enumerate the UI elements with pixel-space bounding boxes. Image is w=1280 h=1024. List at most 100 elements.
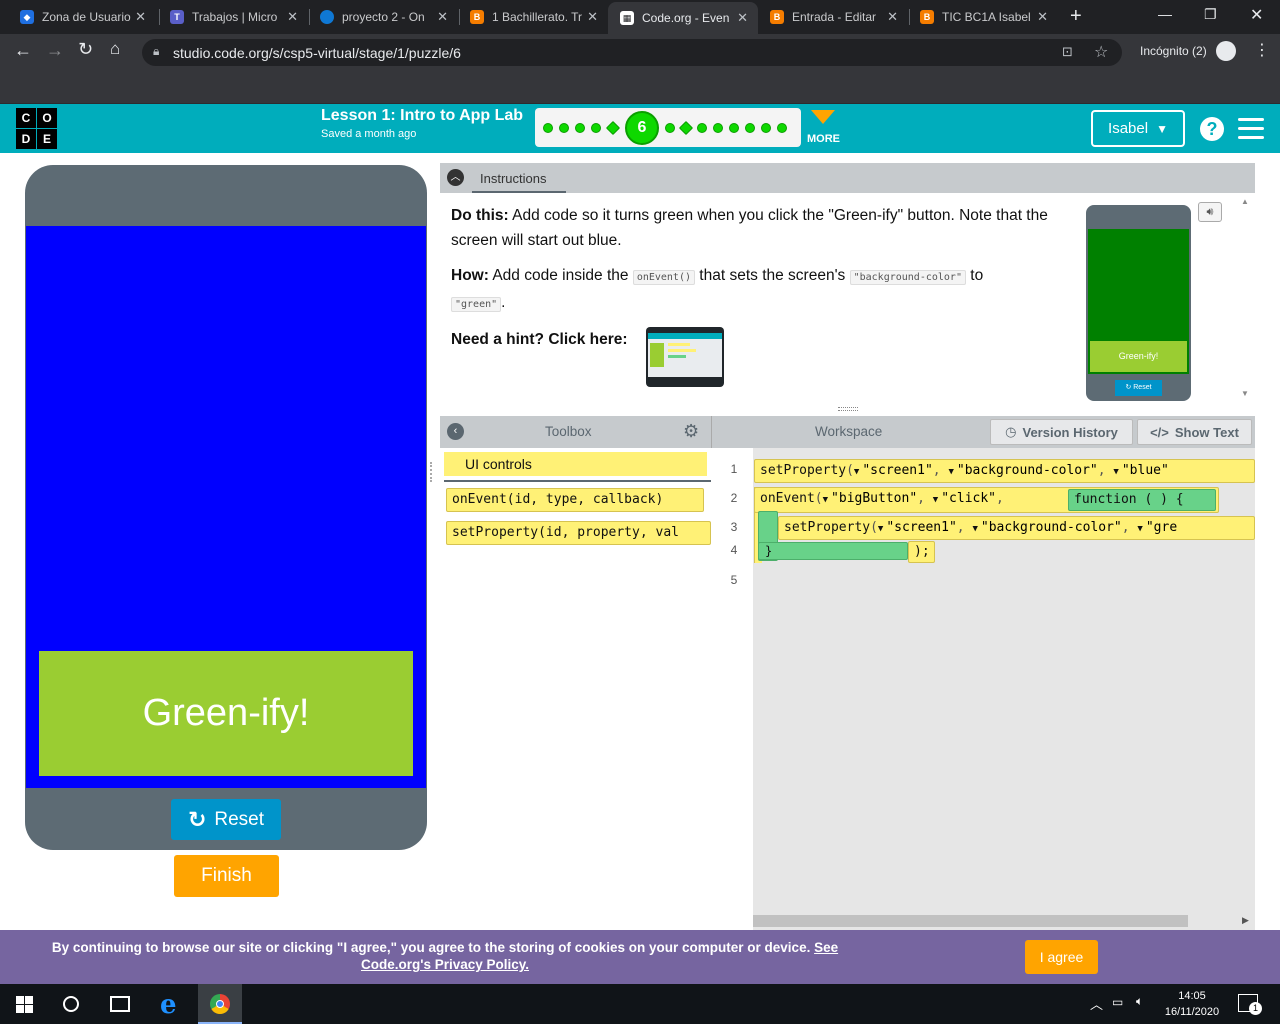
category-ui-controls[interactable]: UI controls — [444, 452, 707, 476]
close-tab-icon[interactable]: ✕ — [737, 10, 748, 26]
home-icon[interactable]: ⌂ — [110, 39, 120, 59]
dropdown-icon[interactable]: ▼ — [854, 467, 859, 477]
resize-handle[interactable] — [838, 407, 858, 411]
collapse-left-icon[interactable]: ‹ — [447, 423, 464, 440]
close-tab-icon[interactable]: ✕ — [287, 9, 298, 25]
argument[interactable]: "blue" — [1122, 463, 1169, 478]
dropdown-icon[interactable]: ▼ — [1113, 467, 1118, 477]
reset-button[interactable]: ↻ Reset — [171, 799, 281, 840]
forward-icon[interactable]: → — [46, 40, 64, 61]
close-tab-icon[interactable]: ✕ — [587, 9, 598, 25]
lesson-title[interactable]: Lesson 1: Intro to App Lab — [321, 107, 523, 125]
toolbox-block-onEvent[interactable]: onEvent(id, type, callback) — [446, 488, 704, 512]
reload-icon[interactable]: ↻ — [78, 39, 93, 60]
task-view-icon[interactable] — [110, 996, 130, 1012]
level-dot[interactable] — [729, 123, 739, 133]
browser-tab-3[interactable]: proyecto 2 - On ✕ — [308, 4, 458, 30]
argument[interactable]: "click" — [941, 491, 996, 506]
edge-icon[interactable]: e — [160, 990, 177, 1020]
close-tab-icon[interactable]: ✕ — [437, 9, 448, 25]
version-history-button[interactable]: ◷ Version History — [990, 419, 1133, 445]
incognito-icon[interactable] — [1216, 41, 1236, 61]
browser-tab-active[interactable]: ▦ Code.org - Even ✕ — [608, 2, 758, 34]
code-block-setProperty-line3[interactable]: setProperty(▼ "screen1", ▼ "background-col… — [778, 516, 1255, 540]
incognito-label[interactable]: Incógnito (2) — [1140, 44, 1207, 58]
argument[interactable]: "background-color" — [957, 463, 1098, 478]
more-label[interactable]: MORE — [807, 133, 840, 145]
codeorg-logo[interactable]: C O D E — [16, 108, 58, 150]
current-level[interactable]: 6 — [625, 111, 659, 145]
argument[interactable]: "screen1" — [862, 463, 932, 478]
code-block-setProperty-line1[interactable]: setProperty(▼ "screen1", ▼ "background-col… — [754, 459, 1255, 483]
level-dot[interactable] — [713, 123, 723, 133]
system-clock[interactable]: 14:05 16/11/2020 — [1160, 988, 1224, 1020]
collapse-chevron-icon[interactable]: ︿ — [447, 169, 464, 186]
argument[interactable]: "gre — [1146, 520, 1177, 535]
level-dot[interactable] — [543, 123, 553, 133]
level-dot[interactable] — [591, 123, 601, 133]
browser-tab-4[interactable]: B 1 Bachillerato. Tr ✕ — [458, 4, 608, 30]
restore-icon[interactable]: ❐ — [1204, 6, 1217, 23]
network-icon[interactable]: ▭ — [1112, 995, 1123, 1009]
level-dot[interactable] — [745, 123, 755, 133]
browser-tab-6[interactable]: B Entrada - Editar ✕ — [758, 4, 908, 30]
windows-start-icon[interactable] — [16, 996, 33, 1013]
kebab-menu-icon[interactable]: ⋮ — [1254, 40, 1270, 60]
bookmark-star-icon[interactable]: ☆ — [1094, 42, 1108, 62]
text-to-speech-icon[interactable]: 🔊︎ — [1198, 202, 1222, 222]
level-dot[interactable] — [559, 123, 569, 133]
browser-tab-7[interactable]: B TIC BC1A Isabel ✕ — [908, 4, 1058, 30]
minimize-icon[interactable]: — — [1158, 6, 1172, 22]
toolbox-block-setProperty[interactable]: setProperty(id, property, val — [446, 521, 711, 545]
dropdown-icon[interactable]: ▼ — [972, 524, 977, 534]
tray-chevron-icon[interactable]: ︿ — [1090, 994, 1103, 1013]
instructions-scrollbar[interactable]: ▲ ▼ — [1239, 197, 1253, 401]
toolbox-resize-handle[interactable] — [430, 462, 436, 482]
level-dot[interactable] — [665, 123, 675, 133]
close-tab-icon[interactable]: ✕ — [1037, 9, 1048, 25]
level-dot[interactable] — [697, 123, 707, 133]
dropdown-icon[interactable]: ▼ — [933, 495, 938, 505]
level-dot[interactable] — [777, 123, 787, 133]
workspace-horizontal-scrollbar[interactable] — [753, 915, 1188, 927]
argument[interactable]: "screen1" — [886, 520, 956, 535]
level-diamond[interactable] — [678, 120, 694, 136]
new-tab-icon[interactable]: + — [1070, 5, 1082, 28]
translate-icon[interactable]: ⊡ — [1062, 44, 1073, 60]
green-ify-button[interactable]: Green-ify! — [39, 651, 413, 776]
user-menu-button[interactable]: Isabel ▼ — [1091, 110, 1185, 147]
finish-button[interactable]: Finish — [174, 855, 279, 897]
hint-video-thumbnail[interactable] — [646, 327, 724, 387]
scroll-right-icon[interactable]: ▶ — [1242, 915, 1249, 926]
browser-tab-1[interactable]: ◆ Zona de Usuario ✕ — [8, 4, 156, 30]
close-window-icon[interactable]: ✕ — [1250, 5, 1263, 25]
dropdown-icon[interactable]: ▼ — [948, 467, 953, 477]
help-icon[interactable]: ? — [1200, 117, 1224, 141]
dropdown-icon[interactable]: ▼ — [1137, 524, 1142, 534]
search-icon[interactable] — [63, 996, 79, 1012]
i-agree-button[interactable]: I agree — [1025, 940, 1098, 974]
show-text-button[interactable]: </> Show Text — [1137, 419, 1252, 445]
scroll-up-icon[interactable]: ▲ — [1241, 197, 1249, 206]
level-dot[interactable] — [575, 123, 585, 133]
close-tab-icon[interactable]: ✕ — [887, 9, 898, 25]
close-tab-icon[interactable]: ✕ — [135, 9, 146, 25]
function-callback-block[interactable]: function ( ) { — [1068, 489, 1216, 511]
argument[interactable]: "background-color" — [981, 520, 1122, 535]
level-diamond[interactable] — [605, 120, 621, 136]
address-bar[interactable]: 🔒︎ studio.code.org/s/csp5-virtual/stage/… — [142, 39, 1122, 66]
level-dot[interactable] — [761, 123, 771, 133]
browser-tab-2[interactable]: T Trabajos | Micro ✕ — [158, 4, 308, 30]
notifications-icon[interactable]: 1 — [1238, 994, 1262, 1015]
chrome-taskbar-item[interactable] — [198, 984, 242, 1024]
argument[interactable]: "bigButton" — [831, 491, 917, 506]
tab-instructions[interactable]: Instructions — [472, 167, 566, 193]
scroll-down-icon[interactable]: ▼ — [1241, 389, 1249, 398]
hamburger-menu-icon[interactable] — [1238, 118, 1264, 140]
dropdown-icon[interactable]: ▼ — [823, 495, 828, 505]
volume-icon[interactable]: 🔈︎ — [1136, 994, 1143, 1009]
dropdown-icon[interactable]: ▼ — [878, 524, 883, 534]
gear-icon[interactable]: ⚙ — [683, 421, 699, 442]
more-chevron-icon[interactable] — [811, 110, 835, 124]
back-icon[interactable]: ← — [14, 40, 32, 61]
